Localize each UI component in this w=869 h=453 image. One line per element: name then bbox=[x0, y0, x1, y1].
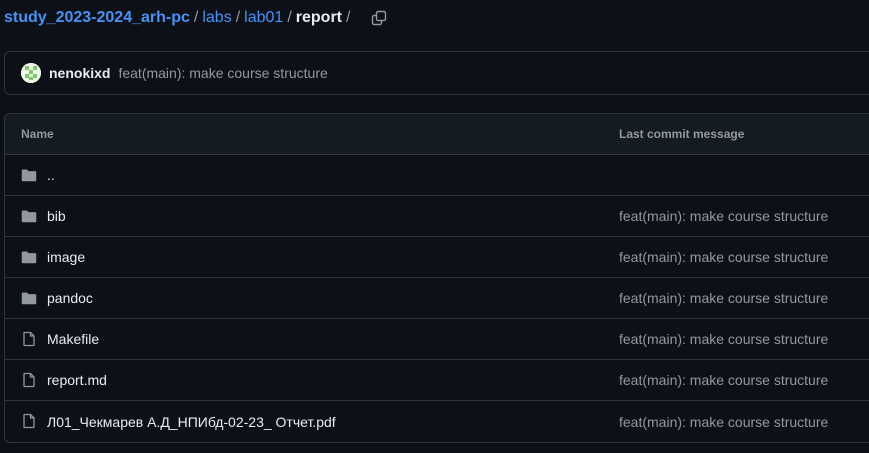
folder-icon bbox=[21, 251, 37, 264]
breadcrumb-repo-link[interactable]: study_2023-2024_arh-pc bbox=[4, 9, 190, 27]
file-name[interactable]: .. bbox=[47, 167, 55, 183]
row-commit-message[interactable]: feat(main): make course structure bbox=[619, 414, 828, 430]
table-row[interactable]: report.md feat(main): make course struct… bbox=[5, 360, 869, 401]
table-header: Name Last commit message bbox=[5, 114, 869, 155]
breadcrumb-separator: / bbox=[235, 9, 241, 26]
copy-path-button[interactable] bbox=[368, 7, 390, 29]
file-name[interactable]: report.md bbox=[47, 372, 107, 388]
table-row[interactable]: image feat(main): make course structure bbox=[5, 237, 869, 278]
row-commit-message[interactable]: feat(main): make course structure bbox=[619, 290, 828, 306]
row-commit-message[interactable]: feat(main): make course structure bbox=[619, 208, 828, 224]
breadcrumb-separator: / bbox=[193, 9, 199, 26]
breadcrumb-separator: / bbox=[287, 9, 292, 26]
breadcrumb-link-labs[interactable]: labs bbox=[202, 9, 231, 27]
file-icon bbox=[23, 413, 35, 429]
breadcrumb: study_2023-2024_arh-pc / labs / lab01 / … bbox=[4, 7, 390, 29]
breadcrumb-link-lab01[interactable]: lab01 bbox=[244, 9, 283, 27]
file-icon bbox=[23, 372, 35, 388]
file-name[interactable]: Makefile bbox=[47, 331, 99, 347]
commit-message-link[interactable]: feat(main): make course structure bbox=[118, 65, 327, 81]
copy-icon bbox=[372, 10, 387, 26]
latest-commit-bar: nenokixd feat(main): make course structu… bbox=[4, 51, 869, 95]
table-row[interactable]: bib feat(main): make course structure bbox=[5, 196, 869, 237]
folder-icon bbox=[21, 292, 37, 305]
table-row-parent-directory[interactable]: .. bbox=[5, 155, 869, 196]
folder-icon bbox=[21, 210, 37, 223]
folder-icon bbox=[21, 169, 37, 182]
avatar[interactable] bbox=[21, 63, 41, 83]
column-header-last-commit-message: Last commit message bbox=[619, 127, 745, 141]
breadcrumb-current: report bbox=[295, 9, 342, 26]
row-commit-message[interactable]: feat(main): make course structure bbox=[619, 331, 828, 347]
file-table: Name Last commit message .. bib feat(mai… bbox=[4, 113, 869, 443]
column-header-name: Name bbox=[21, 127, 54, 141]
table-row[interactable]: pandoc feat(main): make course structure bbox=[5, 278, 869, 319]
file-name[interactable]: pandoc bbox=[47, 290, 93, 306]
commit-author-link[interactable]: nenokixd bbox=[49, 65, 110, 81]
file-name[interactable]: image bbox=[47, 249, 85, 265]
identicon-icon bbox=[21, 63, 41, 83]
file-name[interactable]: Л01_Чекмарев А.Д_НПИбд-02-23_ Отчет.pdf bbox=[47, 414, 336, 430]
file-icon bbox=[23, 331, 35, 347]
table-row[interactable]: Л01_Чекмарев А.Д_НПИбд-02-23_ Отчет.pdf … bbox=[5, 401, 869, 442]
breadcrumb-separator: / bbox=[346, 9, 351, 26]
row-commit-message[interactable]: feat(main): make course structure bbox=[619, 372, 828, 388]
file-name[interactable]: bib bbox=[47, 208, 66, 224]
table-row[interactable]: Makefile feat(main): make course structu… bbox=[5, 319, 869, 360]
row-commit-message[interactable]: feat(main): make course structure bbox=[619, 249, 828, 265]
